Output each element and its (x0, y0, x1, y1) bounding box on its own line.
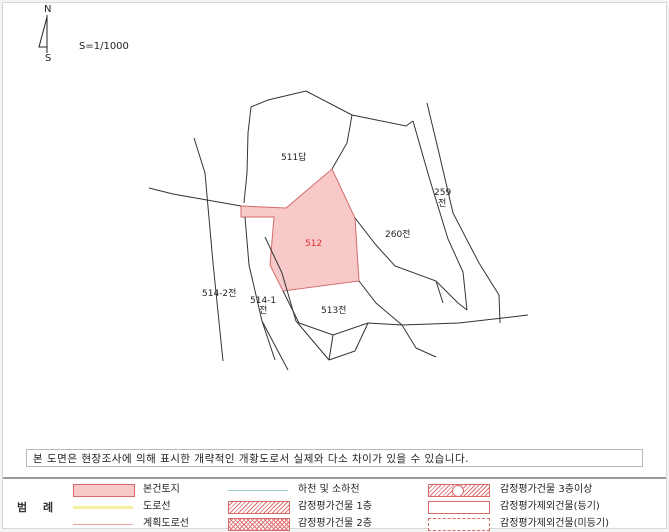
legend: 범 례 본건토지 도로선 계획도로선 하천 및 소하천 감정평가건물 1층 감정… (3, 477, 666, 532)
parcel-514-1-label: 514-1 (250, 296, 276, 306)
legend-title: 범 례 (17, 501, 60, 514)
empty-box-swatch (428, 501, 490, 514)
pink-fill-swatch (73, 484, 135, 497)
map-frame: 511답 512 260전 259 전 514-2전 514-1 전 513전 … (2, 2, 667, 532)
legend-item-excluded-unregistered: 감정평가제외건물(미등기) (428, 518, 664, 532)
south-label: S (45, 53, 52, 64)
disclaimer-notice: 본 도면은 현장조사에 의해 표시한 개략적인 개황도로서 실제와 다소 차이가… (26, 449, 643, 467)
parcel-514-1-use-label: 전 (259, 305, 267, 316)
cadastral-map: 511답 512 260전 259 전 514-2전 514-1 전 513전 (38, 15, 529, 371)
parcel-514-2-label: 514-2전 (202, 288, 236, 299)
legend-item-excluded-registered: 감정평가제외건물(등기) (428, 501, 664, 515)
north-label: N (44, 4, 52, 15)
pink-line-swatch (73, 524, 133, 525)
hatched-circle-swatch (428, 484, 490, 497)
parcel-259-use-label: 전 (438, 198, 446, 209)
north-arrow-icon (38, 15, 48, 53)
red-hatch-swatch (228, 501, 290, 514)
blue-line-swatch (228, 490, 288, 491)
subject-parcel[interactable] (240, 168, 360, 292)
circle-icon (452, 485, 464, 497)
legend-item-river: 하천 및 소하천 (228, 484, 428, 498)
legend-item-building-2f: 감정평가건물 2층 (228, 518, 428, 532)
parcel-260-label: 260전 (385, 229, 410, 240)
dashed-box-swatch (428, 518, 490, 531)
parcel-511-label: 511답 (281, 151, 306, 163)
legend-item-building-3f: 감정평가건물 3층이상 (428, 484, 664, 498)
yellow-line-swatch (73, 506, 133, 509)
parcel-513-label: 513전 (321, 305, 346, 316)
parcel-259-label: 259 (434, 188, 451, 198)
scale-label: S=1/1000 (79, 41, 129, 52)
cross-hatch-swatch (228, 518, 290, 531)
parcel-512-label: 512 (305, 239, 322, 249)
legend-item-subject-land: 본건토지 (73, 484, 233, 498)
legend-item-building-1f: 감정평가건물 1층 (228, 501, 428, 515)
legend-item-road: 도로선 (73, 501, 233, 515)
legend-item-planned-road: 계획도로선 (73, 518, 233, 532)
